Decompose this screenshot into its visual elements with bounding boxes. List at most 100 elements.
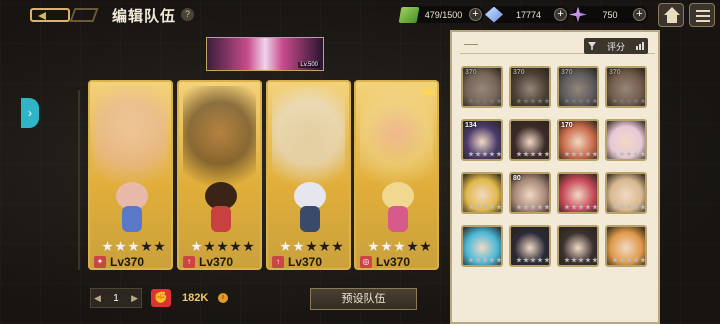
roster-hero-tile[interactable] [605,225,647,267]
roster-hero-tile[interactable]: 370 [557,66,599,108]
hero-level-bar: ↑ Lv370 [272,255,345,268]
tile-stars [516,151,549,157]
hero-stars [191,241,254,252]
hero-level-bar: ↑ Lv370 [183,255,256,269]
fist-icon: ✊ [151,289,171,307]
tile-stars [564,151,597,157]
team-number-selector: ◀ 1 ▶ [90,288,142,308]
star-icon [293,241,304,252]
tile-stars [516,204,549,210]
roster-hero-tile[interactable] [605,172,647,214]
roster-hero-tile[interactable]: 170 [557,119,599,161]
gem-add-button[interactable]: + [633,8,646,21]
roster-hero-tile[interactable] [509,119,551,161]
page-title: 编辑队伍 [112,8,177,25]
home-button[interactable] [658,3,684,27]
sort-label: 评分 [606,41,625,52]
tile-level: 370 [609,69,621,76]
star-icon [128,241,139,252]
side-expand-tab[interactable]: › [21,98,39,128]
crystal-icon [485,6,503,23]
prev-team-button[interactable]: ◀ [94,293,101,304]
roster-hero-tile[interactable] [605,119,647,161]
energy-counter: 479/1500 + [398,6,484,23]
team-banner[interactable]: Lv.500 [206,37,324,71]
star-icon [407,241,418,252]
gem-value: 750 [602,9,618,20]
hero-level: Lv370 [199,255,234,269]
star-icon [230,241,241,252]
roster-hero-tile[interactable] [557,172,599,214]
tile-stars [468,204,501,210]
roster-hero-tile[interactable]: 370 [605,66,647,108]
star-icon [332,241,343,252]
hero-slot-4[interactable]: ◎ Lv370 [354,80,439,270]
crystal-value: 17774 [515,9,542,20]
back-arrow-icon [30,8,70,22]
tile-portrait [463,68,501,106]
tile-stars [564,98,597,104]
tile-stars [468,151,501,157]
power-info-icon[interactable]: i [218,293,228,303]
star-icon [280,241,291,252]
next-team-button[interactable]: ▶ [131,293,138,304]
star-icon [217,241,228,252]
tile-portrait [511,68,549,106]
roster-hero-tile[interactable] [509,225,551,267]
hero-portrait [94,86,167,191]
tile-level: 80 [513,175,521,182]
hero-roster-panel: 评分 370 370 370 370 134 170 80 [450,30,660,324]
roster-hero-tile[interactable] [461,225,503,267]
tile-stars [612,151,645,157]
back-deco-icon [69,8,99,22]
star-icon [420,241,431,252]
class-icon: ↑ [272,256,284,268]
sort-bars-icon [635,42,644,50]
hero-portrait [272,86,345,191]
tile-stars [516,257,549,263]
tile-stars [516,98,549,104]
tile-stars [564,204,597,210]
tile-level: 370 [513,69,525,76]
hero-stars [368,241,431,252]
hero-level: Lv370 [376,255,411,269]
hero-level-bar: ◎ Lv370 [360,255,433,269]
roster-hero-tile[interactable] [557,225,599,267]
energy-icon [398,6,420,23]
star-icon [115,241,126,252]
hero-portrait [183,86,256,191]
roster-hero-tile[interactable]: 370 [509,66,551,108]
roster-hero-tile[interactable]: 370 [461,66,503,108]
energy-value: 479/1500 [424,9,463,20]
hero-level: Lv370 [110,255,145,269]
hero-stars [280,241,343,252]
star-icon [368,241,379,252]
star-icon [154,241,165,252]
help-icon[interactable]: ? [181,8,194,21]
star-icon [141,241,152,252]
star-icon [204,241,215,252]
tile-stars [612,98,645,104]
tile-stars [612,204,645,210]
class-icon: ✦ [94,256,106,268]
energy-add-button[interactable]: + [469,8,482,21]
roster-hero-tile[interactable]: 134 [461,119,503,161]
roster-hero-tile[interactable]: 80 [509,172,551,214]
tile-portrait [559,68,597,106]
crystal-add-button[interactable]: + [554,8,567,21]
tile-portrait [607,68,645,106]
preset-team-button[interactable]: 预设队伍 [310,288,417,310]
sort-button[interactable]: 评分 [584,38,648,54]
star-icon [306,241,317,252]
hero-stars [102,241,165,252]
hero-slot-1[interactable]: ✦ Lv370 [88,80,173,270]
tile-stars [612,257,645,263]
class-icon: ↑ [183,256,195,268]
back-button[interactable] [30,5,102,25]
star-icon [319,241,330,252]
menu-button[interactable] [689,3,715,27]
hero-slot-3[interactable]: ↑ Lv370 [266,80,351,270]
hero-slot-2[interactable]: ↑ Lv370 [177,80,262,270]
roster-hero-tile[interactable] [461,172,503,214]
banner-level: Lv.500 [298,62,320,68]
